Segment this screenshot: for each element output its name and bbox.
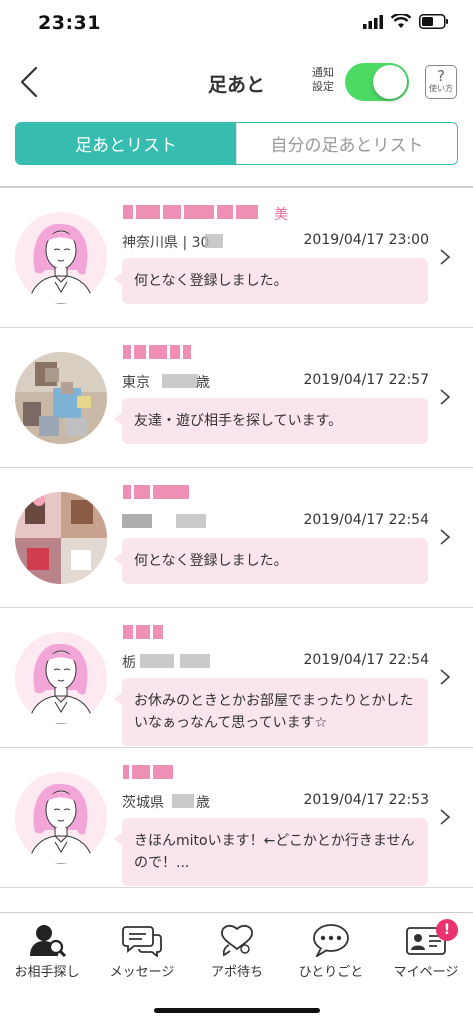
visitor-location: 神奈川県 | 30 <box>122 235 210 251</box>
blurred-info <box>180 654 210 668</box>
help-button[interactable]: ? 使い方 <box>425 65 457 99</box>
blurred-info <box>176 514 206 528</box>
visit-timestamp: 2019/04/17 22:54 <box>303 652 430 668</box>
status-bar: 23:31 <box>0 0 473 44</box>
notification-label-line1: 通知 <box>312 66 334 79</box>
message-bubble: 何となく登録しました。 <box>114 258 428 304</box>
tab-my-footprint-list[interactable]: 自分の足あとリスト <box>236 123 457 164</box>
tab-label: マイページ <box>393 965 459 980</box>
home-indicator <box>154 1008 320 1013</box>
masked-username <box>123 484 192 500</box>
tab-footprint-list[interactable]: 足あとリスト <box>16 123 236 164</box>
heart-chat-icon <box>221 924 253 957</box>
tab-messages[interactable]: メッセージ <box>95 913 189 993</box>
status-icons <box>363 14 449 29</box>
blurred-info <box>122 514 152 528</box>
notification-toggle[interactable] <box>345 63 409 101</box>
help-label: 使い方 <box>429 84 453 93</box>
visitor-list: 美 神奈川県 | 30 2019/04/17 23:00 何となく登録しました。 <box>0 186 473 888</box>
photo-avatar <box>15 352 107 444</box>
visitor-age-suffix: 歳 <box>196 375 210 391</box>
visitor-row[interactable]: 栃 2019/04/17 22:54 お休みのときとかお部屋でまったりとかしたい… <box>0 608 473 748</box>
status-time: 23:31 <box>38 12 101 34</box>
signal-icon <box>363 14 383 29</box>
avatar <box>15 632 107 724</box>
illustrated-woman-avatar <box>15 212 107 304</box>
visit-timestamp: 2019/04/17 22:57 <box>303 372 430 388</box>
message-bubble: きほんmitoいます！←どこかとか行きませんので！... <box>114 818 428 886</box>
visitor-location: 東京 <box>122 375 150 391</box>
visitor-row[interactable]: 美 神奈川県 | 30 2019/04/17 23:00 何となく登録しました。 <box>0 188 473 328</box>
message-bubble: 友達・遊び相手を探しています。 <box>114 398 428 444</box>
notification-badge: ! <box>436 919 458 941</box>
person-search-icon <box>30 925 67 957</box>
battery-icon <box>419 14 448 29</box>
visitor-row[interactable]: 2019/04/17 22:54 何となく登録しました。 <box>0 468 473 608</box>
visitor-row[interactable]: 茨城県 歳 2019/04/17 22:53 きほんmitoいます！←どこかとか… <box>0 748 473 888</box>
masked-username <box>123 344 194 360</box>
blurred-info <box>205 234 223 248</box>
photo-collage-avatar <box>15 492 107 584</box>
footprint-segment-control: 足あとリスト 自分の足あとリスト <box>15 122 458 165</box>
chevron-right-icon <box>440 669 451 685</box>
message-bubble: 何となく登録しました。 <box>114 538 428 584</box>
visit-timestamp: 2019/04/17 23:00 <box>303 232 430 248</box>
chevron-right-icon <box>440 389 451 405</box>
avatar <box>15 212 107 304</box>
help-question-icon: ? <box>437 67 445 85</box>
illustrated-woman-avatar <box>15 632 107 724</box>
visitor-location: 茨城県 <box>122 795 164 811</box>
chevron-right-icon <box>440 249 451 265</box>
chevron-right-icon <box>440 809 451 825</box>
avatar <box>15 352 107 444</box>
masked-username <box>123 764 176 780</box>
wifi-icon <box>391 14 411 28</box>
visit-timestamp: 2019/04/17 22:54 <box>303 512 430 528</box>
illustrated-woman-avatar <box>15 772 107 864</box>
tab-appointment[interactable]: アポ待ち <box>190 913 284 993</box>
notification-setting-label: 通知 設定 <box>306 66 340 94</box>
blurred-info <box>140 654 174 668</box>
tab-partner-search[interactable]: お相手探し <box>0 913 94 993</box>
blurred-info <box>172 794 194 808</box>
avatar <box>15 492 107 584</box>
visitor-location: 栃 <box>122 655 136 671</box>
chat-bubbles-icon <box>122 926 162 957</box>
masked-username <box>123 624 166 640</box>
speech-dots-icon <box>313 924 349 957</box>
message-bubble: お休みのときとかお部屋でまったりとかしたいなぁっなんて思っています☆ <box>114 678 428 746</box>
tab-mypage[interactable]: マイページ <box>379 913 473 993</box>
avatar <box>15 772 107 864</box>
notification-label-line2: 設定 <box>312 80 334 93</box>
masked-username: 美 <box>123 204 291 223</box>
visit-timestamp: 2019/04/17 22:53 <box>303 792 430 808</box>
navigation-bar: 足あと 通知 設定 ? 使い方 <box>0 50 473 112</box>
visitor-age-suffix: 歳 <box>196 795 210 811</box>
tab-monologue[interactable]: ひとりごと <box>284 913 378 993</box>
chevron-right-icon <box>440 529 451 545</box>
visitor-row[interactable]: 東京 歳 2019/04/17 22:57 友達・遊び相手を探しています。 <box>0 328 473 468</box>
toggle-knob <box>373 65 407 99</box>
blurred-info <box>162 374 198 388</box>
username-visible-part: 美 <box>274 207 289 223</box>
